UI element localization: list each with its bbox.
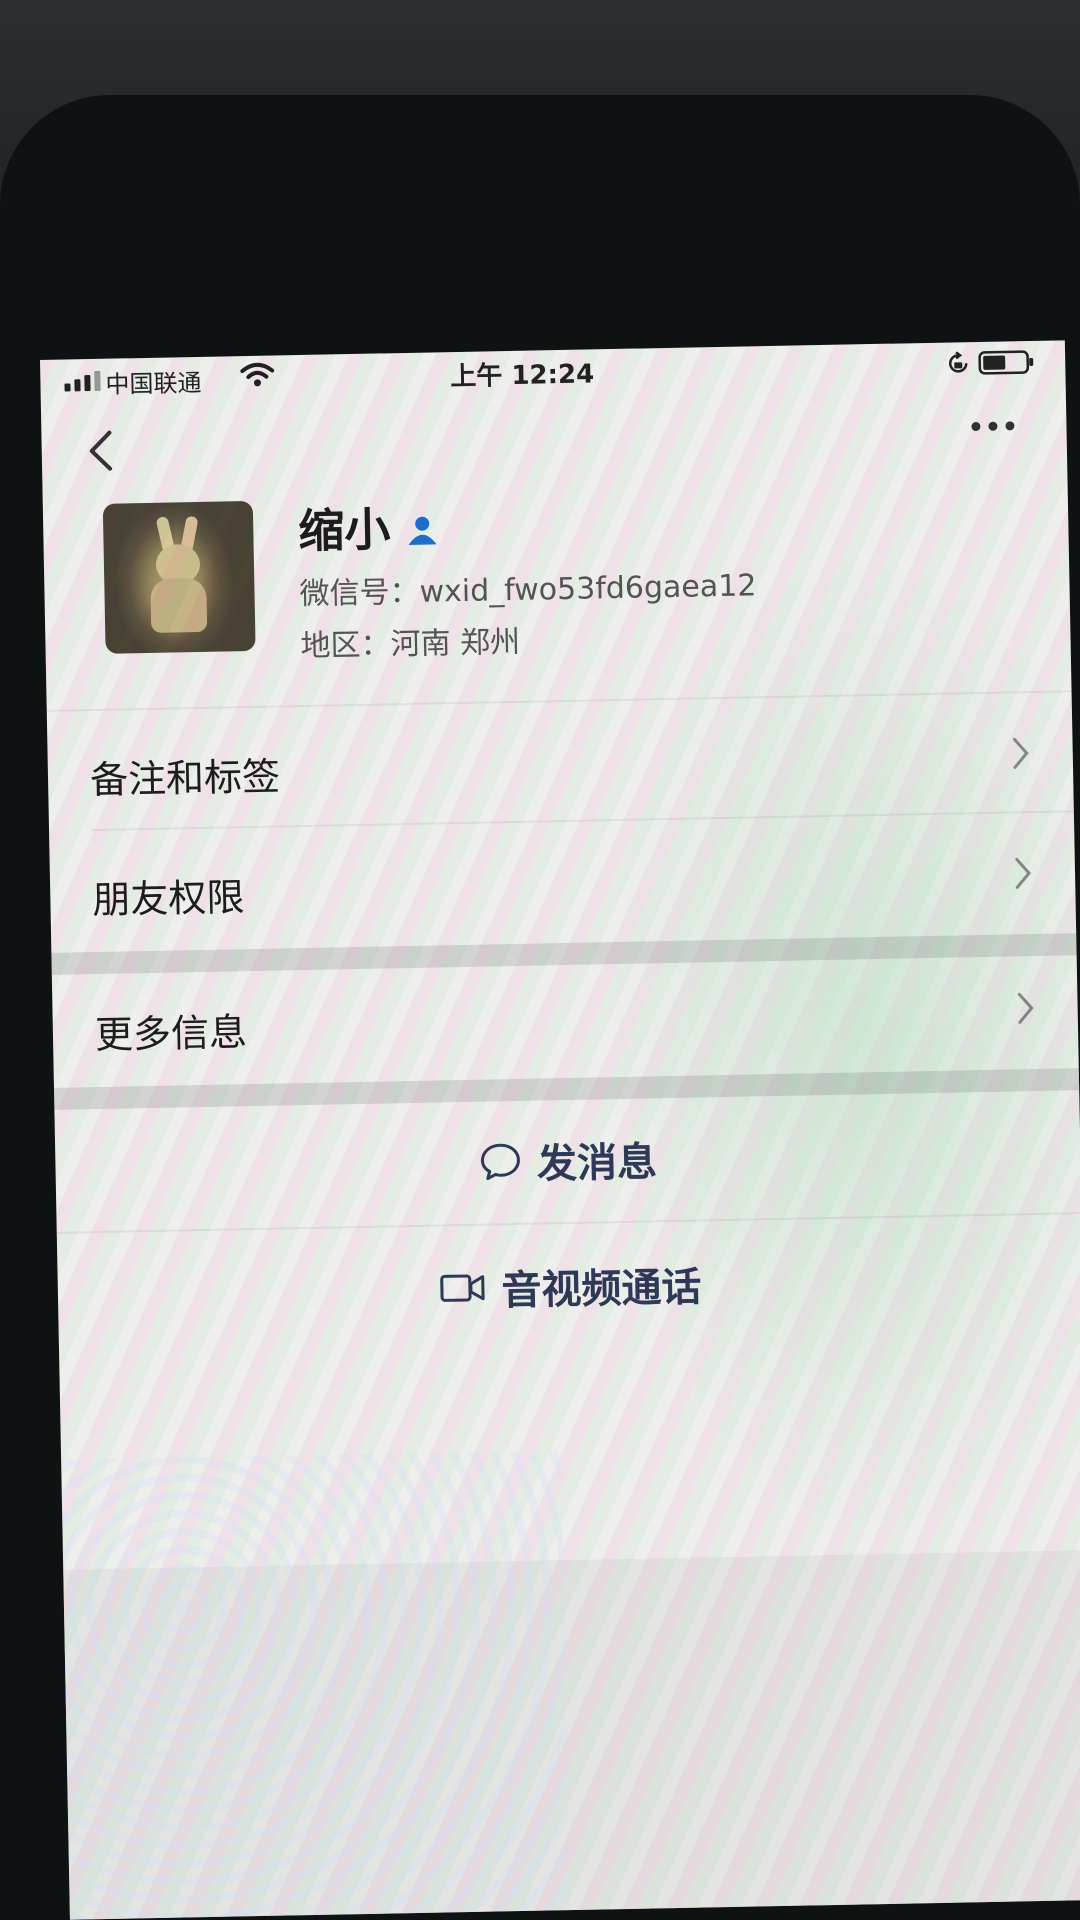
menu-item-label: 朋友权限 [91,875,245,923]
menu-item-remarks-tags[interactable]: 备注和标签 [47,700,1074,830]
video-call-button[interactable]: 音视频通话 [57,1216,1080,1356]
cellular-signal-icon [64,370,101,392]
phone-screen: 中国联通 上午 12:24 缩小 微信号：wxid_fwo53fd6gaea12… [40,340,1080,1920]
menu-item-more-info[interactable]: 更多信息 [52,955,1079,1085]
region: 地区：河南 郑州 [300,624,521,665]
battery-icon [978,350,1034,375]
menu-item-label: 备注和标签 [89,754,281,803]
menu-item-label: 更多信息 [94,1010,248,1058]
wifi-icon [240,362,275,387]
avatar[interactable] [102,500,256,654]
rotation-lock-icon [949,351,968,373]
message-icon [480,1143,520,1181]
chevron-right-icon [1015,857,1032,889]
send-message-label: 发消息 [536,1139,658,1188]
video-icon [439,1274,485,1302]
contact-icon [408,516,437,545]
back-icon[interactable] [85,429,116,474]
chevron-right-icon [1012,737,1029,769]
carrier-name: 中国联通 [105,368,202,399]
video-call-label: 音视频通话 [501,1264,702,1315]
empty-area [63,1550,1080,1920]
wechat-id: 微信号：wxid_fwo53fd6gaea12 [299,568,757,613]
more-icon[interactable] [971,421,1015,432]
menu-item-friend-permissions[interactable]: 朋友权限 [49,820,1076,950]
send-message-button[interactable]: 发消息 [54,1090,1080,1230]
chevron-right-icon [1017,992,1034,1024]
status-time: 上午 12:24 [450,359,595,393]
nickname: 缩小 [297,502,391,559]
